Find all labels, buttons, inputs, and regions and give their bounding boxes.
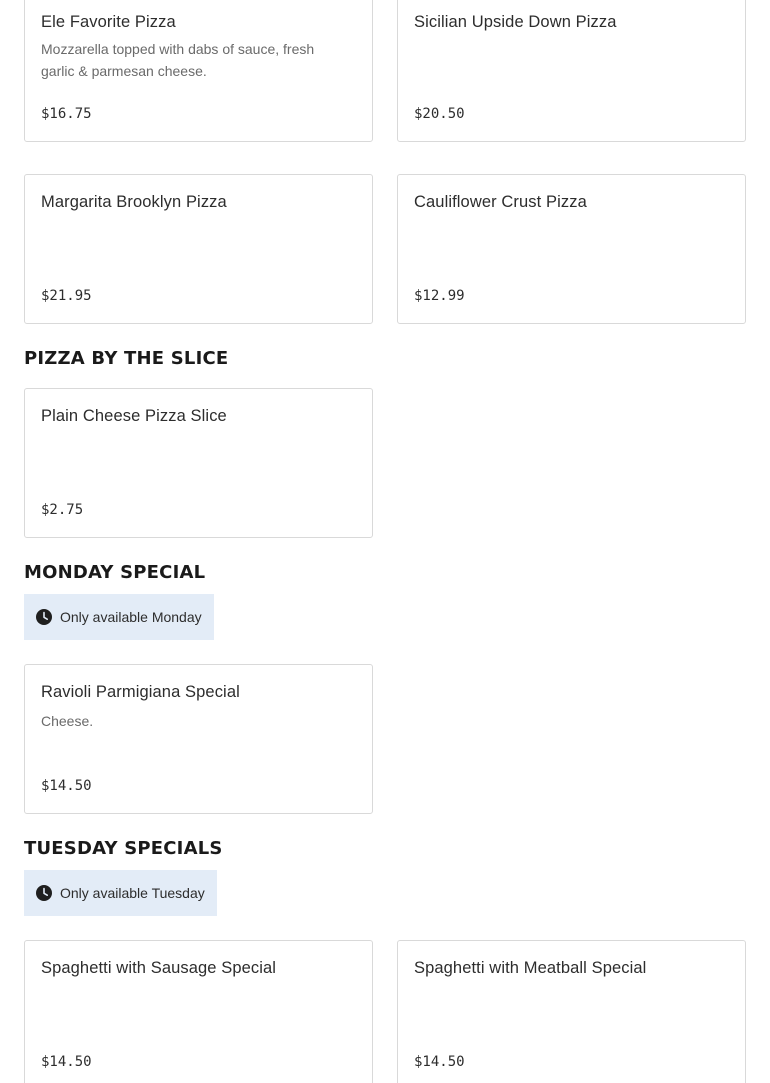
menu-item-name: Sicilian Upside Down Pizza — [414, 13, 617, 31]
availability-badge: Only available Tuesday — [24, 870, 217, 916]
menu-item-card[interactable]: Spaghetti with Meatball Special $14.50 — [397, 940, 746, 1083]
menu-item-price: $14.50 — [41, 1054, 92, 1070]
menu-item-description: Cheese. — [41, 713, 94, 729]
section-title-tuesday-specials: TUESDAY SPECIALS — [24, 838, 223, 859]
menu-item-price: $14.50 — [41, 778, 92, 794]
menu-item-name: Spaghetti with Sausage Special — [41, 959, 277, 977]
menu-item-card[interactable]: Ele Favorite Pizza Mozzarella topped wit… — [24, 0, 373, 142]
menu-item-name: Plain Cheese Pizza Slice — [41, 407, 227, 425]
menu-item-name: Spaghetti with Meatball Special — [414, 959, 647, 977]
menu-item-price: $16.75 — [41, 106, 92, 122]
menu-item-price: $2.75 — [41, 502, 84, 518]
menu-item-name: Margarita Brooklyn Pizza — [41, 193, 227, 211]
menu-item-name: Ravioli Parmigiana Special — [41, 683, 240, 701]
menu-item-card[interactable]: Plain Cheese Pizza Slice $2.75 — [24, 388, 373, 538]
section-title-monday-special: MONDAY SPECIAL — [24, 562, 206, 583]
menu-item-card[interactable]: Margarita Brooklyn Pizza $21.95 — [24, 174, 373, 324]
menu-item-card[interactable]: Sicilian Upside Down Pizza $20.50 — [397, 0, 746, 142]
availability-text: Only available Tuesday — [60, 885, 205, 901]
clock-icon — [36, 609, 52, 625]
menu-item-name: Cauliflower Crust Pizza — [414, 193, 587, 211]
menu-item-price: $12.99 — [414, 288, 465, 304]
menu-item-price: $21.95 — [41, 288, 92, 304]
menu-item-price: $14.50 — [414, 1054, 465, 1070]
menu-item-description: Mozzarella topped with dabs of sauce, fr… — [41, 41, 315, 79]
availability-badge: Only available Monday — [24, 594, 214, 640]
menu-item-name: Ele Favorite Pizza — [41, 13, 176, 31]
menu-item-price: $20.50 — [414, 106, 465, 122]
section-title-pizza-by-the-slice: PIZZA BY THE SLICE — [24, 348, 229, 369]
menu-item-card[interactable]: Cauliflower Crust Pizza $12.99 — [397, 174, 746, 324]
menu-item-card[interactable]: Ravioli Parmigiana Special Cheese. $14.5… — [24, 664, 373, 814]
availability-text: Only available Monday — [60, 609, 202, 625]
clock-icon — [36, 885, 52, 901]
menu-item-card[interactable]: Spaghetti with Sausage Special $14.50 — [24, 940, 373, 1083]
